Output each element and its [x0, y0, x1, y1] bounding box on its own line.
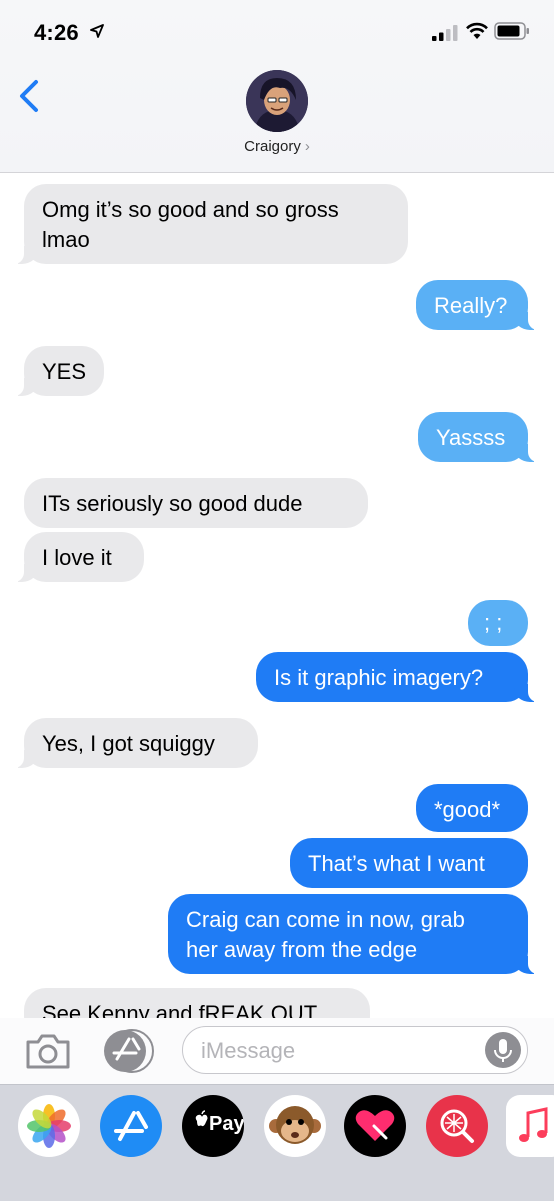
apple-pay-icon[interactable]: Pay: [182, 1095, 244, 1157]
music-icon[interactable]: [506, 1095, 554, 1157]
message-text-line: lmao: [42, 227, 90, 252]
message-text: That’s what I want: [308, 851, 485, 876]
animoji-icon[interactable]: [264, 1095, 326, 1157]
message-bubble-incoming[interactable]: Omg it’s so good and so gross lmao: [0, 184, 408, 264]
message-bubble-outgoing[interactable]: Is it graphic imagery?: [256, 652, 554, 702]
message-bubble-incoming[interactable]: Yes, I got squiggy: [0, 718, 258, 768]
message-bubble-incoming[interactable]: See Kenny and fREAK OUT: [24, 988, 370, 1018]
message-bubble-outgoing[interactable]: That’s what I want: [290, 838, 528, 888]
app-store-icon[interactable]: [100, 1095, 162, 1157]
contact-avatar[interactable]: [246, 70, 308, 132]
message-bubble-outgoing[interactable]: *good*: [416, 784, 528, 832]
message-text: Yes, I got squiggy: [42, 731, 215, 756]
message-bubble-outgoing[interactable]: ; ;: [468, 600, 528, 646]
contact-chevron-icon: ›: [304, 138, 310, 155]
message-bubble-outgoing[interactable]: Really?: [416, 280, 554, 330]
message-text: YES: [42, 359, 87, 384]
camera-button-icon[interactable]: [24, 1032, 72, 1070]
compose-bar: iMessage: [0, 1018, 554, 1084]
message-bubble-outgoing[interactable]: Yassss: [418, 412, 554, 462]
apple-pay-label: Pay: [209, 1113, 244, 1135]
message-bubble-outgoing[interactable]: Craig can come in now, grab her away fro…: [168, 894, 554, 974]
battery-icon: [494, 22, 529, 40]
message-text-line: Craig can come in now, grab: [186, 907, 465, 932]
message-text: *good*: [434, 797, 501, 822]
message-thread[interactable]: Omg it’s so good and so gross lmao Reall…: [0, 172, 554, 1018]
imessage-placeholder: iMessage: [201, 1038, 296, 1063]
digital-touch-icon[interactable]: [344, 1095, 406, 1157]
contact-name-button[interactable]: Craigory ›: [0, 138, 554, 155]
message-text: I love it: [42, 545, 112, 570]
message-text: ; ;: [484, 610, 503, 635]
message-text-line: her away from the edge: [186, 937, 418, 962]
message-text-line: Omg it’s so good and so gross: [42, 197, 339, 222]
status-time: 4:26: [34, 20, 79, 45]
search-images-icon[interactable]: [426, 1095, 488, 1157]
message-text: Is it graphic imagery?: [274, 665, 484, 690]
message-text: See Kenny and fREAK OUT: [42, 1001, 318, 1018]
contact-name: Craigory: [244, 138, 301, 155]
location-arrow-icon: [90, 24, 104, 38]
photos-app-icon[interactable]: [18, 1095, 80, 1157]
message-bubble-incoming[interactable]: YES: [0, 346, 104, 396]
imessage-input[interactable]: iMessage: [182, 1026, 528, 1074]
message-text: ITs seriously so good dude: [42, 491, 303, 516]
avatar-portrait-icon: [246, 70, 308, 132]
app-drawer: Pay: [0, 1084, 554, 1201]
wifi-icon: [466, 22, 488, 39]
status-bar: 4:26: [0, 0, 554, 64]
dictation-mic-icon[interactable]: [485, 1032, 521, 1068]
app-store-button-icon[interactable]: [102, 1028, 156, 1074]
message-bubble-incoming[interactable]: ITs seriously so good dude: [24, 478, 368, 528]
message-text: Yassss: [436, 425, 506, 450]
back-chevron-icon[interactable]: [14, 76, 46, 116]
cellular-signal-icon: [432, 25, 458, 41]
message-text: Really?: [434, 293, 508, 318]
conversation-header: 4:26 Craigory ›: [0, 0, 554, 173]
message-bubble-incoming[interactable]: I love it: [0, 532, 144, 582]
